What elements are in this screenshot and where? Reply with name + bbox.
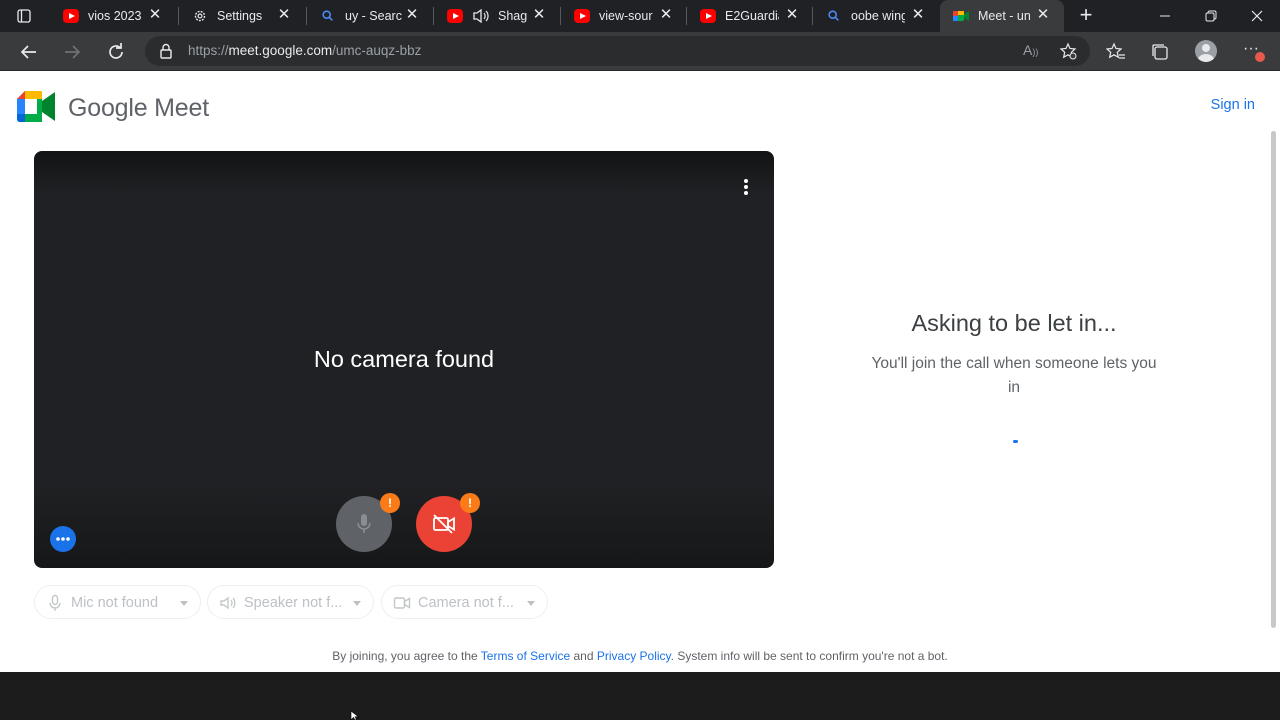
mouse-cursor-icon — [350, 711, 360, 720]
avatar[interactable] — [1195, 40, 1217, 62]
url-path: /umc-auqz-bbz — [332, 43, 422, 58]
google-meet-icon — [953, 11, 969, 21]
gear-icon — [194, 10, 206, 22]
tab-youtube-vios[interactable]: vios 2023 ✕ — [50, 0, 176, 32]
youtube-icon — [574, 9, 590, 23]
close-icon[interactable]: ✕ — [659, 7, 673, 22]
mic-select[interactable]: Mic not found — [34, 585, 201, 619]
search-icon — [828, 10, 839, 21]
tab-search-uy[interactable]: uy - Searc ✕ — [307, 0, 433, 32]
favorites-icon[interactable] — [1106, 42, 1126, 62]
forward-icon — [65, 45, 81, 59]
tab-youtube-e2guardian[interactable]: E2Guardia ✕ — [687, 0, 813, 32]
status-title: Asking to be let in... — [911, 310, 1117, 336]
close-icon[interactable]: ✕ — [911, 7, 925, 22]
camera-select[interactable]: Camera not f... — [381, 585, 548, 619]
more-horiz-icon — [56, 537, 70, 541]
tab-title: view-sour — [599, 9, 653, 23]
camera-off-icon — [433, 514, 455, 534]
brand-google: Google — [68, 94, 148, 122]
sign-in-link[interactable]: Sign in — [1211, 97, 1255, 113]
taskbar-area — [0, 672, 1280, 720]
close-icon[interactable]: ✕ — [785, 7, 799, 22]
consent-text: . System info will be sent to confirm yo… — [670, 649, 948, 663]
tab-actions-icon[interactable] — [17, 9, 31, 23]
close-icon[interactable]: ✕ — [532, 7, 546, 22]
camera-warning-badge: ! — [460, 493, 480, 513]
url-field[interactable]: https://meet.google.com/umc-auqz-bbz A)) — [145, 36, 1090, 66]
tab-title: Meet - un — [978, 9, 1031, 23]
back-icon[interactable] — [17, 40, 41, 64]
tab-title: vios 2023 — [88, 9, 142, 23]
tab-title: oobe wing — [851, 9, 905, 23]
privacy-policy-link[interactable]: Privacy Policy — [597, 649, 671, 663]
tab-title: uy - Searc — [345, 9, 402, 23]
close-icon[interactable]: ✕ — [1036, 7, 1050, 22]
youtube-icon — [63, 9, 79, 23]
tab-youtube-view-source[interactable]: view-sour ✕ — [561, 0, 687, 32]
speaker-icon[interactable] — [472, 8, 490, 24]
chevron-down-icon — [527, 601, 535, 606]
chevron-down-icon — [180, 601, 188, 606]
minimize-icon[interactable] — [1159, 10, 1171, 22]
brand-title: Google Meet — [68, 94, 209, 123]
tab-bar: vios 2023 ✕ Settings ✕ uy - Searc ✕ Shag… — [0, 0, 1280, 32]
loading-spinner — [1013, 440, 1018, 443]
status-subtitle: You'll join the call when someone lets y… — [871, 355, 1157, 396]
terms-of-service-link[interactable]: Terms of Service — [481, 649, 570, 663]
speaker-icon — [220, 596, 236, 610]
tab-google-meet[interactable]: Meet - un ✕ — [940, 0, 1064, 32]
camera-toggle-button[interactable]: ! — [416, 493, 480, 552]
url-scheme: https:// — [188, 43, 229, 58]
search-icon — [322, 10, 333, 21]
restore-icon[interactable] — [1205, 10, 1217, 22]
more-vert-icon[interactable] — [734, 175, 758, 199]
lock-icon[interactable] — [159, 43, 173, 59]
tab-title: Shag — [498, 9, 528, 23]
window-close-icon[interactable] — [1251, 10, 1263, 22]
tab-youtube-shag[interactable]: Shag ✕ — [434, 0, 560, 32]
scrollbar[interactable] — [1271, 131, 1276, 628]
google-meet-logo — [17, 91, 55, 122]
mic-warning-badge: ! — [380, 493, 400, 513]
speaker-select[interactable]: Speaker not f... — [207, 585, 374, 619]
tab-title: Settings — [217, 9, 263, 23]
mic-toggle-button[interactable]: ! — [336, 493, 400, 552]
tab-search-oobe[interactable]: oobe wing ✕ — [813, 0, 939, 32]
video-preview: No camera found ! ! — [34, 151, 774, 568]
new-tab-icon[interactable]: + — [1076, 4, 1096, 26]
mic-select-label: Mic not found — [71, 595, 159, 611]
close-icon[interactable]: ✕ — [148, 7, 162, 22]
notification-badge — [1255, 52, 1265, 62]
camera-icon — [393, 597, 411, 609]
chevron-down-icon — [353, 601, 361, 606]
refresh-icon[interactable] — [104, 40, 128, 64]
url-text: https://meet.google.com/umc-auqz-bbz — [188, 43, 421, 58]
brand-product: Meet — [154, 94, 209, 122]
address-bar: https://meet.google.com/umc-auqz-bbz A))… — [0, 32, 1280, 71]
speaker-select-label: Speaker not f... — [244, 595, 343, 611]
no-camera-message: No camera found — [313, 346, 495, 372]
camera-select-label: Camera not f... — [418, 595, 514, 611]
mic-icon — [49, 594, 61, 611]
read-aloud-icon[interactable]: A)) — [1023, 42, 1038, 58]
consent-text: By joining, you agree to the — [332, 649, 478, 663]
consent-text: and — [573, 649, 594, 663]
youtube-icon — [447, 9, 463, 23]
tab-settings[interactable]: Settings ✕ — [179, 0, 305, 32]
url-host: meet.google.com — [228, 43, 333, 58]
close-icon[interactable]: ✕ — [277, 7, 291, 22]
effects-button[interactable] — [50, 526, 76, 552]
collections-icon[interactable] — [1150, 42, 1170, 62]
add-favorite-icon[interactable] — [1059, 42, 1077, 60]
tab-title: E2Guardia — [725, 9, 779, 23]
close-icon[interactable]: ✕ — [405, 7, 419, 22]
consent-notice: By joining, you agree to the Terms of Se… — [0, 649, 1280, 663]
youtube-icon — [700, 9, 716, 23]
meet-page: Google Meet Sign in No camera found ! ! … — [0, 71, 1280, 672]
mic-icon — [357, 514, 371, 533]
